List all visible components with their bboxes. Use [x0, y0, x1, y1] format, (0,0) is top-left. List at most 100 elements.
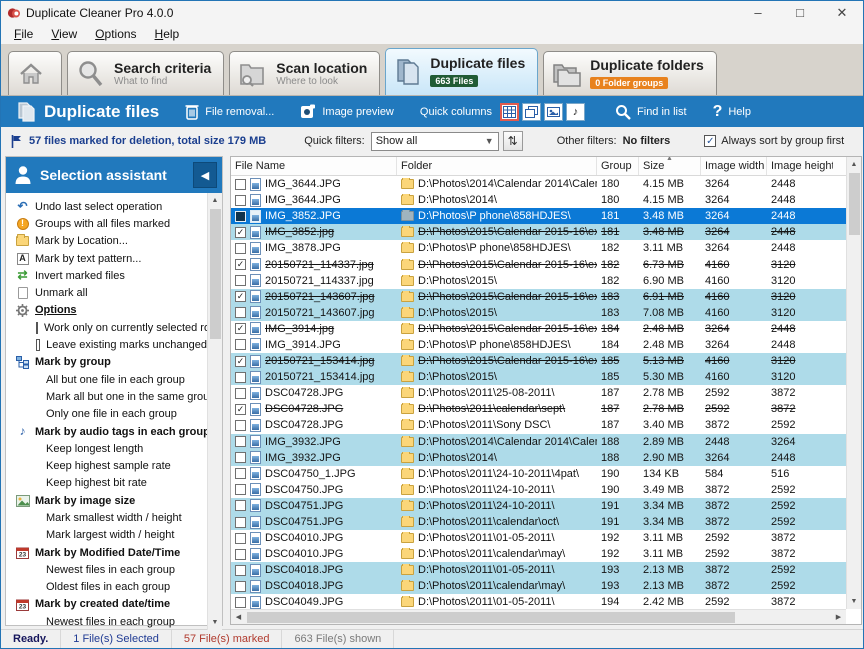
- scroll-down-icon[interactable]: ▼: [847, 594, 862, 609]
- sidebar-item-all-but-one-file-in-each-group[interactable]: All but one file in each group: [6, 371, 207, 388]
- table-row[interactable]: IMG_3932.JPG D:\Photos\2014\ 188 2.90 MB 326…: [231, 449, 846, 466]
- tab-duplicate-folders[interactable]: Duplicate folders 0 Folder groups: [543, 51, 717, 95]
- tab-search-criteria[interactable]: Search criteria What to find: [67, 51, 225, 95]
- table-vertical-scrollbar[interactable]: ▲ ▼: [846, 157, 861, 609]
- sidebar-item-mark-largest-width-height[interactable]: Mark largest width / height: [6, 527, 207, 544]
- row-checkbox[interactable]: [235, 419, 246, 431]
- sidebar-item-newest-files-in-each-group[interactable]: Newest files in each group: [6, 561, 207, 578]
- sidebar-item-undo-last-select-operation[interactable]: ↶ Undo last select operation: [6, 198, 207, 215]
- sidebar-item-work-only-on-currently-selected-rows[interactable]: Work only on currently selected rows: [6, 319, 207, 336]
- table-row[interactable]: DSC04728.JPG D:\Photos\2011\Sony DSC\ 187 3…: [231, 417, 846, 433]
- row-checkbox[interactable]: ✓: [235, 259, 246, 271]
- table-row[interactable]: IMG_3644.JPG D:\Photos\2014\ 180 4.15 MB 326…: [231, 192, 846, 208]
- scroll-left-icon[interactable]: ◀: [231, 610, 246, 625]
- table-row[interactable]: ✓ 20150721_143607.jpg D:\Photos\2015\Calen…: [231, 288, 846, 305]
- row-checkbox[interactable]: [235, 275, 246, 287]
- table-row[interactable]: IMG_3852.JPG D:\Photos\P phone\858HDJES\ 1…: [231, 208, 846, 225]
- row-checkbox[interactable]: [235, 339, 246, 351]
- row-checkbox[interactable]: [235, 242, 246, 254]
- menu-view[interactable]: View: [42, 25, 86, 43]
- file-removal-button[interactable]: File removal...: [185, 103, 274, 120]
- tab-home[interactable]: [8, 51, 62, 95]
- scroll-up-icon[interactable]: ▲: [208, 193, 223, 208]
- table-row[interactable]: DSC04018.JPG D:\Photos\2011\01-05-2011\ 19…: [231, 562, 846, 579]
- sidebar-scrollbar[interactable]: ▲ ▼: [207, 193, 223, 631]
- row-checkbox[interactable]: [235, 564, 246, 576]
- row-checkbox[interactable]: [235, 548, 246, 560]
- minimize-button[interactable]: –: [737, 1, 779, 24]
- row-checkbox[interactable]: [235, 194, 246, 206]
- row-checkbox[interactable]: ✓: [235, 323, 246, 335]
- table-row[interactable]: DSC04018.JPG D:\Photos\2011\calendar\may\…: [231, 578, 846, 595]
- table-row[interactable]: 20150721_114337.jpg D:\Photos\2015\ 182 6.9…: [231, 273, 846, 289]
- quick-col-grid-columns-button[interactable]: [500, 102, 520, 121]
- image-preview-button[interactable]: Image preview: [300, 104, 394, 120]
- collapse-sidebar-button[interactable]: ◀: [193, 162, 217, 188]
- sidebar-item-mark-by-text-pattern[interactable]: A Mark by text pattern...: [6, 250, 207, 267]
- sidebar-item-keep-highest-bit-rate[interactable]: Keep highest bit rate: [6, 475, 207, 492]
- checkbox[interactable]: [36, 321, 38, 334]
- find-in-list-button[interactable]: Find in list: [615, 104, 687, 120]
- tab-scan-location[interactable]: Scan location Where to look: [229, 51, 381, 95]
- sidebar-item-keep-longest-length[interactable]: Keep longest length: [6, 440, 207, 457]
- row-checkbox[interactable]: ✓: [235, 291, 246, 303]
- sidebar-scroll-thumb[interactable]: [209, 209, 221, 339]
- table-row[interactable]: IMG_3644.JPG D:\Photos\2014\Calendar 2014…: [231, 176, 846, 192]
- scroll-up-icon[interactable]: ▲: [847, 157, 862, 172]
- row-checkbox[interactable]: [235, 532, 246, 544]
- sidebar-item-leave-existing-marks-unchanged[interactable]: Leave existing marks unchanged: [6, 336, 207, 353]
- row-checkbox[interactable]: [235, 468, 246, 480]
- row-checkbox[interactable]: ✓: [235, 226, 246, 238]
- sidebar-item-mark-smallest-width-height[interactable]: Mark smallest width / height: [6, 509, 207, 526]
- table-row[interactable]: IMG_3878.JPG D:\Photos\P phone\858HDJES\ 1…: [231, 240, 846, 256]
- column-header-group[interactable]: Group: [597, 157, 639, 175]
- checkbox[interactable]: [36, 339, 41, 352]
- row-checkbox[interactable]: [235, 596, 246, 608]
- column-header-image-height[interactable]: Image height: [767, 157, 833, 175]
- sidebar-item-oldest-files-in-each-group[interactable]: Oldest files in each group: [6, 579, 207, 596]
- sidebar-item-unmark-all[interactable]: Unmark all: [6, 284, 207, 301]
- table-row[interactable]: ✓ IMG_3852.jpg D:\Photos\2015\Calendar 201…: [231, 224, 846, 241]
- table-row[interactable]: DSC04010.JPG D:\Photos\2011\calendar\may\…: [231, 546, 846, 562]
- scroll-down-icon[interactable]: ▼: [208, 615, 223, 630]
- sidebar-item-only-one-file-in-each-group[interactable]: Only one file in each group: [6, 406, 207, 423]
- table-row[interactable]: DSC04728.JPG D:\Photos\2011\25-08-2011\ 18…: [231, 385, 846, 401]
- table-row[interactable]: DSC04010.JPG D:\Photos\2011\01-05-2011\ 19…: [231, 530, 846, 546]
- row-checkbox[interactable]: ✓: [235, 403, 246, 415]
- menu-file[interactable]: File: [5, 25, 42, 43]
- quick-col-image-columns-button[interactable]: [544, 102, 564, 121]
- row-checkbox[interactable]: [235, 436, 246, 448]
- vertical-scroll-thumb[interactable]: [848, 173, 860, 235]
- sidebar-item-invert-marked-files[interactable]: ⇄ Invert marked files: [6, 267, 207, 284]
- row-checkbox[interactable]: [235, 580, 246, 592]
- horizontal-scroll-thumb[interactable]: [247, 611, 735, 623]
- table-row[interactable]: ✓ IMG_3914.jpg D:\Photos\2015\Calendar 201…: [231, 321, 846, 337]
- refresh-filter-button[interactable]: ⇅: [502, 131, 523, 151]
- table-row[interactable]: IMG_3932.JPG D:\Photos\2014\Calendar 2014…: [231, 433, 846, 450]
- row-checkbox[interactable]: [235, 307, 246, 319]
- table-row[interactable]: IMG_3914.JPG D:\Photos\P phone\858HDJES\ 1…: [231, 337, 846, 353]
- table-horizontal-scrollbar[interactable]: ◀ ▶: [231, 609, 846, 624]
- table-row[interactable]: ✓ 20150721_114337.jpg D:\Photos\2015\Calen…: [231, 256, 846, 272]
- help-button[interactable]: ? Help: [713, 103, 751, 121]
- table-row[interactable]: ✓ DSC04728.JPG D:\Photos\2011\calendar\sep…: [231, 401, 846, 417]
- close-button[interactable]: ✕: [821, 1, 863, 24]
- table-row[interactable]: DSC04750.JPG D:\Photos\2011\24-10-2011\ 19…: [231, 482, 846, 498]
- column-header-folder[interactable]: Folder: [397, 157, 597, 175]
- quick-col-audio-columns-button[interactable]: ♪: [566, 102, 586, 121]
- scroll-right-icon[interactable]: ▶: [831, 610, 846, 625]
- row-checkbox[interactable]: [235, 516, 246, 528]
- table-row[interactable]: 20150721_143607.jpg D:\Photos\2015\ 183 7.0…: [231, 304, 846, 321]
- column-header-file-name[interactable]: File Name: [231, 157, 397, 175]
- table-row[interactable]: DSC04750_1.JPG D:\Photos\2011\24-10-2011\…: [231, 466, 846, 482]
- quick-col-windows-columns-button[interactable]: [522, 102, 542, 121]
- sidebar-item-options[interactable]: Options: [6, 302, 207, 319]
- sidebar-item-newest-files-in-each-group[interactable]: Newest files in each group: [6, 613, 207, 630]
- row-checkbox[interactable]: [235, 387, 246, 399]
- row-checkbox[interactable]: [235, 210, 246, 222]
- maximize-button[interactable]: □: [779, 1, 821, 24]
- quick-filters-select[interactable]: Show all ▼: [370, 131, 499, 151]
- menu-help[interactable]: Help: [146, 25, 189, 43]
- row-checkbox[interactable]: [235, 452, 246, 464]
- row-checkbox[interactable]: [235, 178, 246, 190]
